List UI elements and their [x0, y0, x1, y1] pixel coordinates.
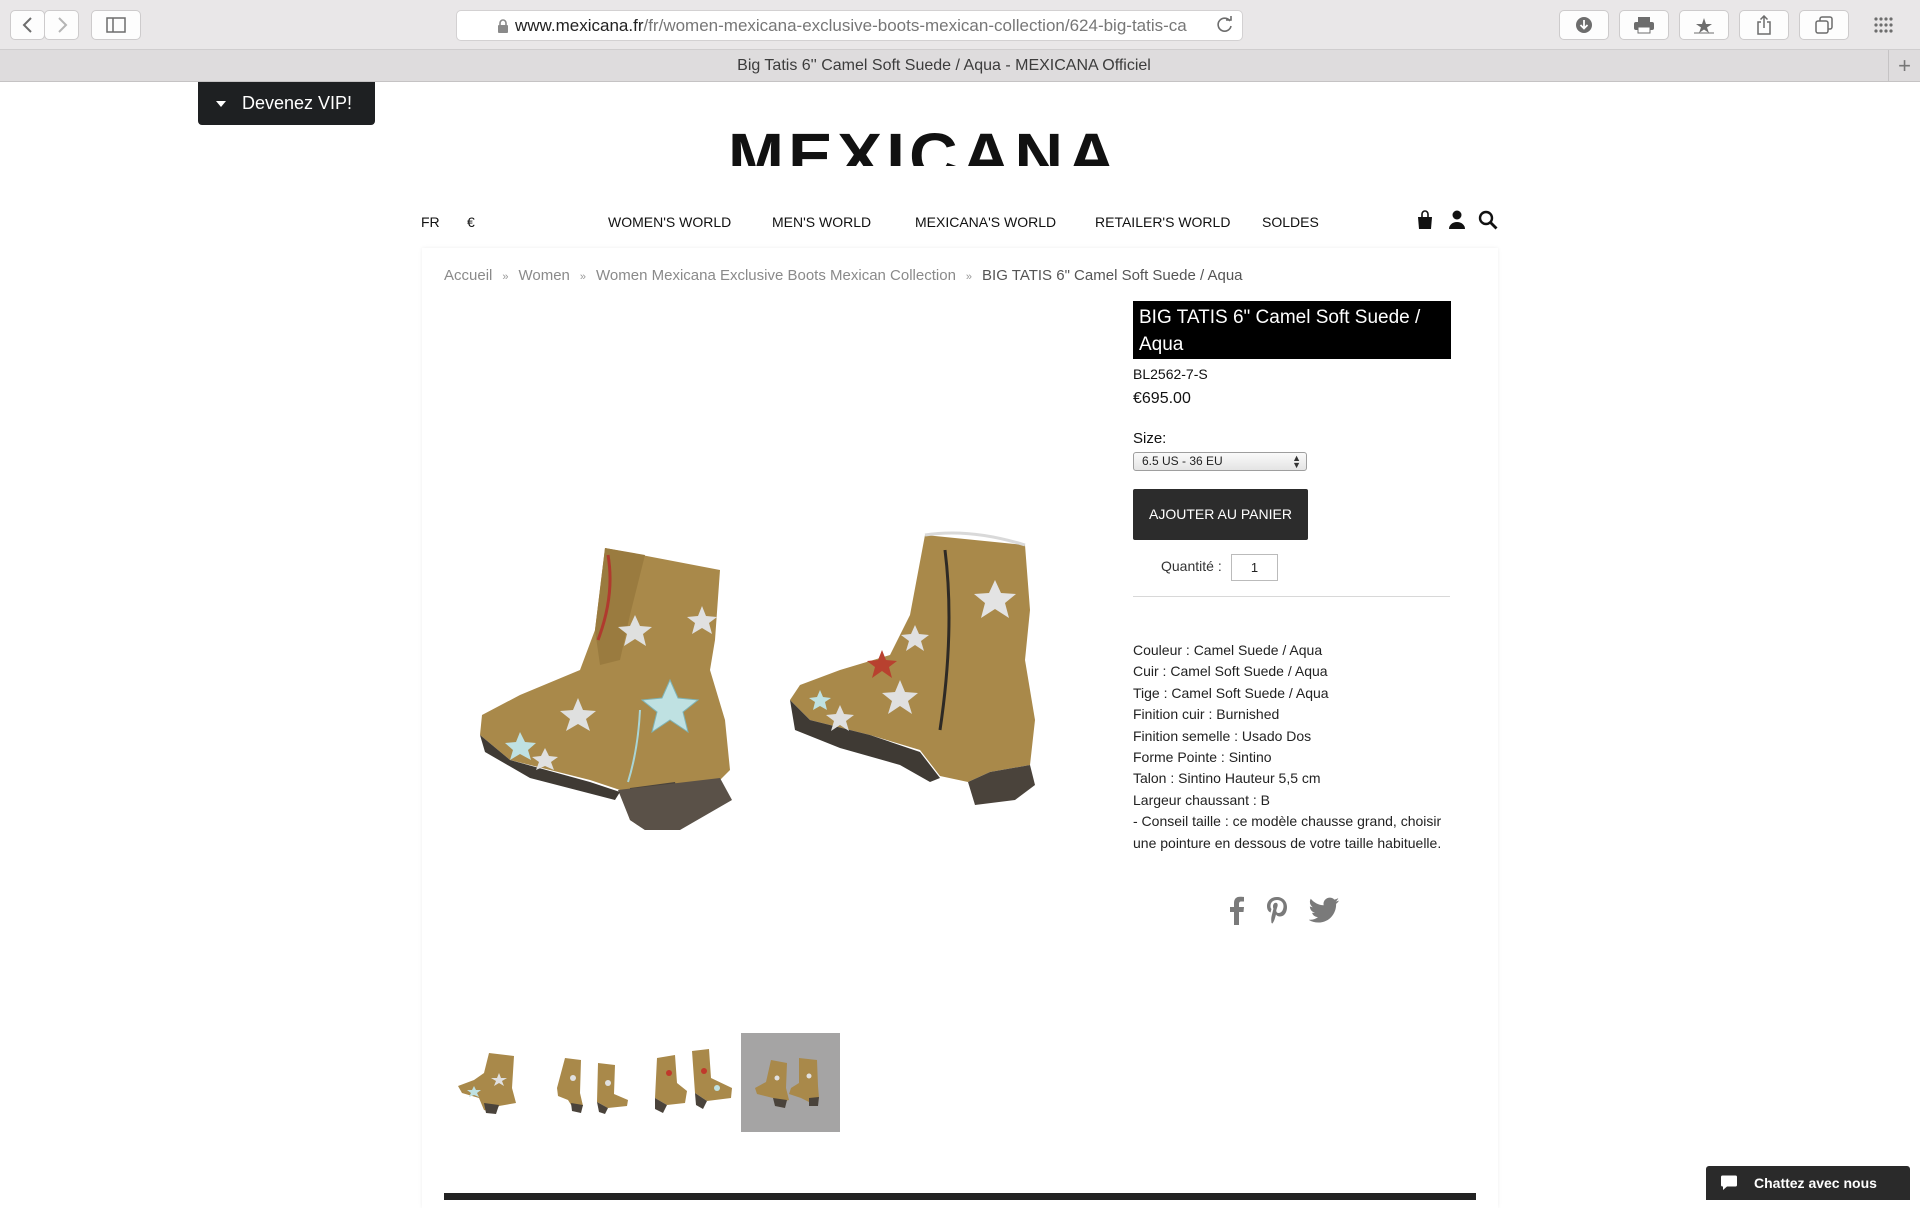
- tabs-icon: [1815, 16, 1833, 34]
- share-links: [1227, 895, 1339, 925]
- product-sku: BL2562-7-S: [1133, 366, 1208, 382]
- chevron-right-icon: [57, 17, 67, 33]
- size-select[interactable]: 6.5 US - 36 EU ▲ ▼: [1133, 452, 1307, 471]
- tab-active[interactable]: Big Tatis 6'' Camel Soft Suede / Aqua - …: [0, 50, 1888, 81]
- tab-strip: Big Tatis 6'' Camel Soft Suede / Aqua - …: [0, 50, 1920, 82]
- footer-bar: [444, 1193, 1476, 1200]
- nav-retailers-world[interactable]: RETAILER'S WORLD: [1095, 214, 1230, 230]
- chat-bubble-icon: [1721, 1175, 1737, 1190]
- sidebar-button[interactable]: [91, 10, 141, 40]
- sidebar-icon: [106, 17, 126, 33]
- thumbnail-1[interactable]: [444, 1033, 543, 1132]
- reload-icon[interactable]: [1216, 16, 1234, 34]
- nav-mexicanas-world[interactable]: MEXICANA'S WORLD: [915, 214, 1056, 230]
- bookmark-star-icon: [1694, 18, 1714, 34]
- print-button[interactable]: [1619, 10, 1669, 40]
- select-arrows-icon: ▲ ▼: [1292, 453, 1301, 470]
- description-line: une pointure en dessous de votre taille …: [1133, 834, 1442, 851]
- thumbnail-3[interactable]: [642, 1033, 741, 1132]
- account-icon[interactable]: [1448, 210, 1466, 230]
- breadcrumb-separator: »: [965, 271, 973, 283]
- description-line: Tige : Camel Soft Suede / Aqua: [1133, 684, 1329, 701]
- divider: [1133, 596, 1450, 597]
- print-icon: [1634, 17, 1654, 34]
- product-description: Couleur : Camel Suede / Aqua Cuir : Came…: [1133, 640, 1463, 854]
- share-button[interactable]: [1739, 10, 1789, 40]
- thumbnail-strip: [444, 1033, 840, 1132]
- boot-thumbnail: [457, 1052, 516, 1114]
- breadcrumb-separator: »: [502, 271, 509, 283]
- chat-label: Chattez avec nous: [1754, 1175, 1877, 1191]
- add-to-cart-button[interactable]: AJOUTER AU PANIER: [1133, 489, 1308, 540]
- breadcrumb: Accueil » Women » Women Mexicana Exclusive B…: [444, 267, 1243, 284]
- nav-womens-world[interactable]: WOMEN'S WORLD: [608, 214, 731, 230]
- facebook-icon[interactable]: [1227, 895, 1245, 925]
- boots-rear-thumbnail: [754, 1057, 819, 1108]
- lock-icon: [498, 19, 508, 33]
- nav-mens-world[interactable]: MEN'S WORLD: [772, 214, 871, 230]
- pinterest-icon[interactable]: [1265, 895, 1289, 925]
- apps-button[interactable]: [1859, 10, 1909, 40]
- new-tab-button[interactable]: +: [1888, 50, 1920, 81]
- back-button[interactable]: [10, 10, 45, 40]
- description-line: Finition semelle : Usado Dos: [1133, 727, 1312, 744]
- url-host: www.mexicana.fr: [515, 15, 644, 35]
- boots-pair-thumbnail: [556, 1057, 628, 1114]
- download-icon: [1576, 17, 1592, 33]
- forward-button[interactable]: [44, 10, 79, 40]
- product-title: BIG TATIS 6" Camel Soft Suede / Aqua: [1133, 301, 1451, 359]
- thumbnail-4-selected[interactable]: [741, 1033, 840, 1132]
- chat-button[interactable]: Chattez avec nous: [1706, 1166, 1910, 1200]
- downloads-button[interactable]: [1559, 10, 1609, 40]
- thumbnail-2[interactable]: [543, 1033, 642, 1132]
- nav-soldes[interactable]: SOLDES: [1262, 214, 1319, 230]
- breadcrumb-home[interactable]: Accueil: [444, 267, 492, 284]
- chevron-left-icon: [22, 17, 32, 33]
- breadcrumb-current: BIG TATIS 6" Camel Soft Suede / Aqua: [982, 267, 1243, 284]
- vip-dropdown-button[interactable]: Devenez VIP!: [198, 82, 375, 125]
- tabs-overview-button[interactable]: [1799, 10, 1849, 40]
- main-nav: FR € WOMEN'S WORLD MEN'S WORLD MEXICANA'…: [0, 210, 1920, 234]
- grid-icon: [1874, 17, 1893, 33]
- cart-icon[interactable]: [1415, 210, 1435, 230]
- product-price: €695.00: [1133, 390, 1191, 407]
- currency-selector[interactable]: €: [467, 214, 475, 230]
- top-sites-button[interactable]: [1679, 10, 1729, 40]
- twitter-icon[interactable]: [1309, 897, 1339, 923]
- description-line: Forme Pointe : Sintino: [1133, 749, 1272, 766]
- quantity-label: Quantité :: [1161, 558, 1222, 574]
- caret-down-icon: [216, 100, 226, 107]
- size-select-value: 6.5 US - 36 EU: [1142, 454, 1223, 468]
- description-line: Cuir : Camel Soft Suede / Aqua: [1133, 663, 1328, 680]
- quantity-input[interactable]: 1: [1231, 554, 1278, 581]
- breadcrumb-separator: »: [579, 271, 587, 283]
- address-bar[interactable]: www.mexicana.fr/fr/women-mexicana-exclus…: [456, 10, 1243, 41]
- language-selector[interactable]: FR: [421, 214, 440, 230]
- vip-label: Devenez VIP!: [242, 93, 353, 113]
- logo-text: MEXICANA: [728, 120, 1121, 166]
- size-label: Size:: [1133, 430, 1167, 447]
- boots-image: [480, 531, 1035, 830]
- description-line: Largeur chaussant : B: [1133, 791, 1270, 808]
- description-line: - Conseil taille : ce modèle chausse gra…: [1133, 813, 1442, 830]
- search-icon[interactable]: [1478, 210, 1498, 230]
- boots-side-thumbnail: [654, 1048, 732, 1113]
- url-path: /fr/women-mexicana-exclusive-boots-mexic…: [643, 15, 1187, 35]
- share-icon: [1757, 15, 1771, 35]
- description-line: Couleur : Camel Suede / Aqua: [1133, 642, 1323, 658]
- site-logo[interactable]: MEXICANA: [728, 120, 1188, 166]
- breadcrumb-collection[interactable]: Women Mexicana Exclusive Boots Mexican C…: [596, 267, 956, 284]
- description-line: Talon : Sintino Hauteur 5,5 cm: [1133, 770, 1321, 787]
- breadcrumb-women[interactable]: Women: [518, 267, 569, 284]
- product-main-image[interactable]: [470, 520, 1070, 920]
- description-line: Finition cuir : Burnished: [1133, 706, 1280, 723]
- browser-toolbar: www.mexicana.fr/fr/women-mexicana-exclus…: [0, 0, 1920, 50]
